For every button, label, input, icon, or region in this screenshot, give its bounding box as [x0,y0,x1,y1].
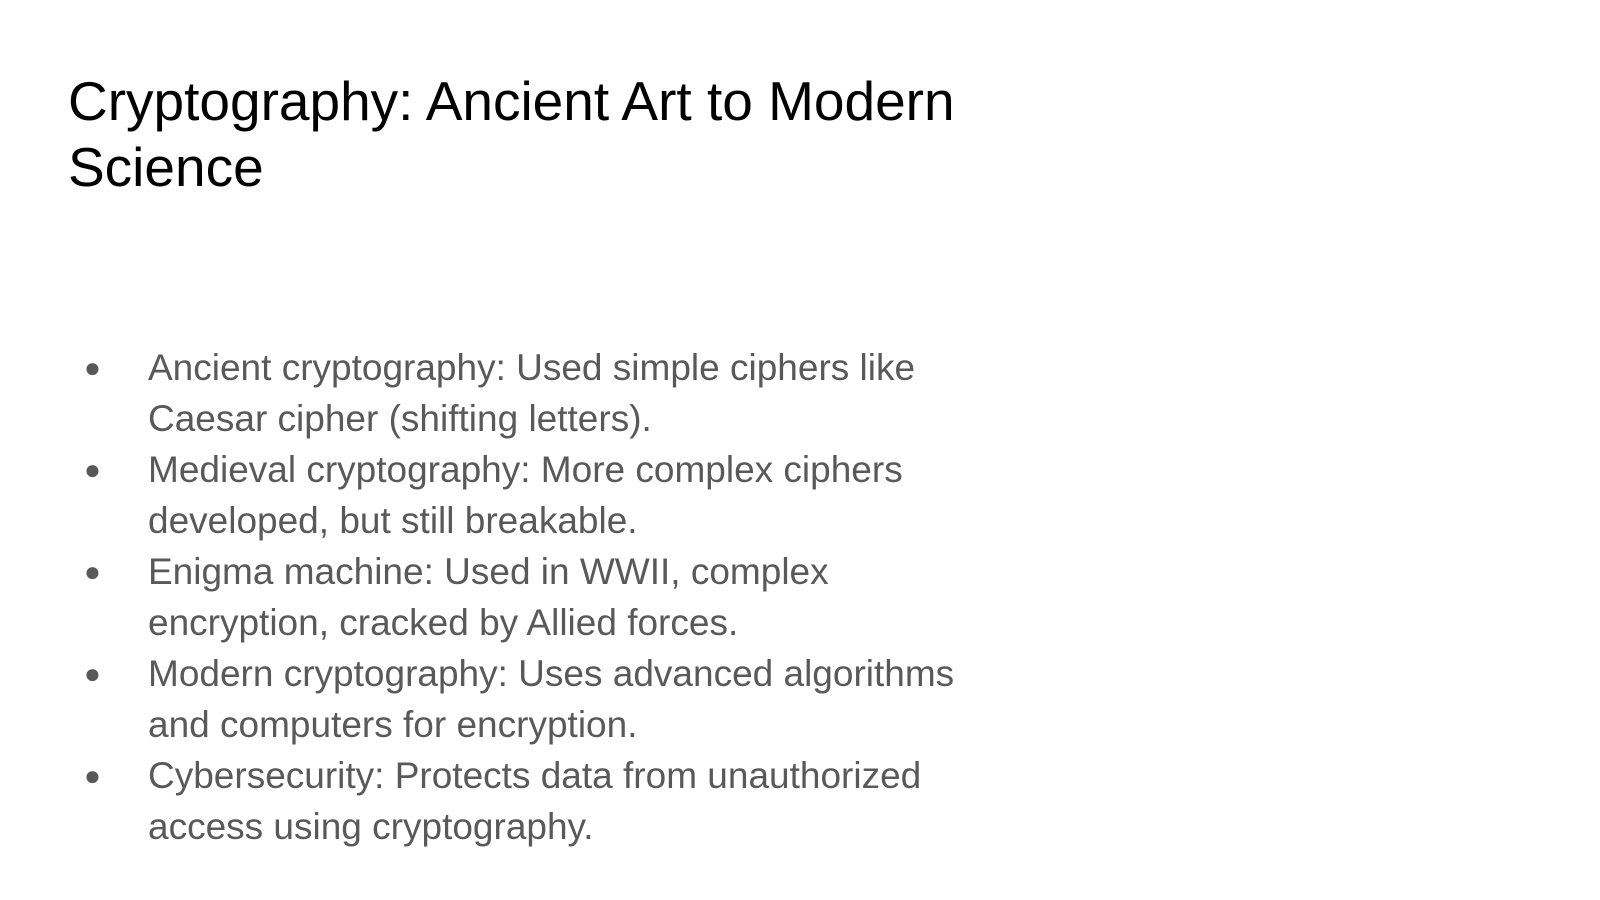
bullet-text: Ancient cryptography: Used simple cipher… [148,347,916,439]
bullet-item: ● Medieval cryptography: More complex ci… [82,444,1002,546]
bullet-dot-icon: ● [84,760,101,791]
bullet-text: Enigma machine: Used in WWII, complex en… [148,551,829,643]
slide: Cryptography: Ancient Art to Modern Scie… [0,0,1600,900]
bullet-dot-icon: ● [84,556,101,587]
bullet-item: ● Cybersecurity: Protects data from unau… [82,750,1002,852]
bullet-item: ● Ancient cryptography: Used simple ciph… [82,342,1002,444]
bullet-text: Medieval cryptography: More complex ciph… [148,449,903,541]
bullet-list: ● Ancient cryptography: Used simple ciph… [82,342,1002,852]
bullet-dot-icon: ● [84,658,101,689]
bullet-dot-icon: ● [84,352,101,383]
bullet-text: Modern cryptography: Uses advanced algor… [148,653,955,745]
bullet-text: Cybersecurity: Protects data from unauth… [148,755,922,847]
bullet-item: ● Modern cryptography: Uses advanced alg… [82,648,1002,750]
bullet-item: ● Enigma machine: Used in WWII, complex … [82,546,1002,648]
slide-title: Cryptography: Ancient Art to Modern Scie… [68,70,955,198]
bullet-dot-icon: ● [84,454,101,485]
